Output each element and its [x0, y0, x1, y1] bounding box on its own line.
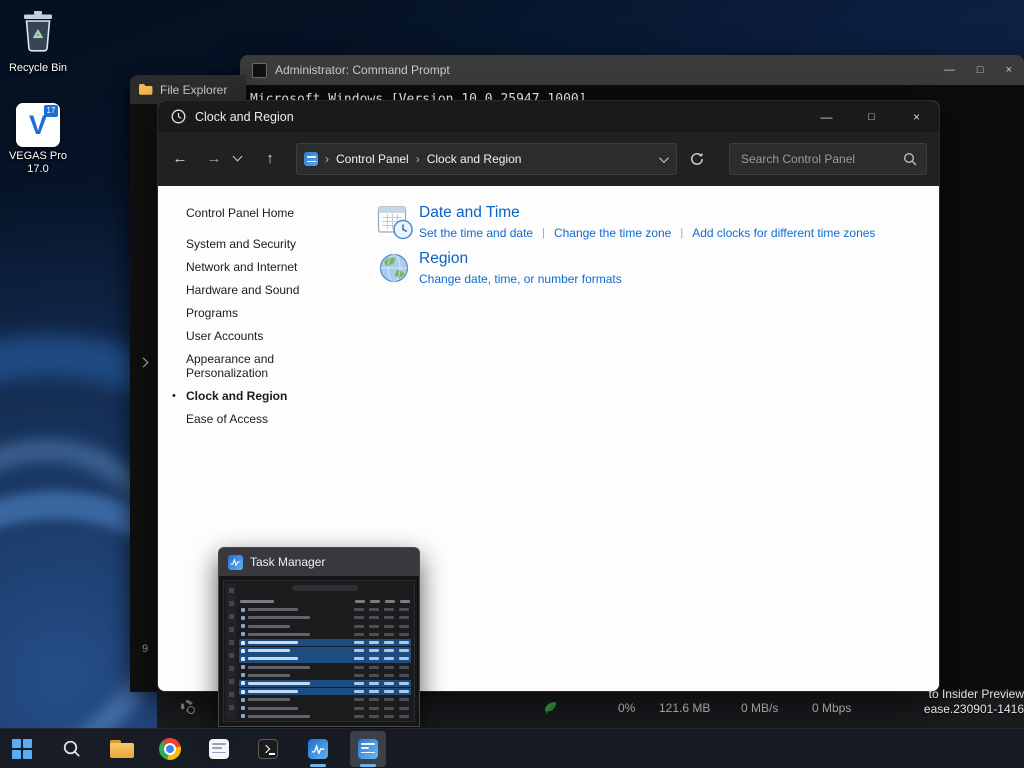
taskbar-command-prompt-button[interactable] — [250, 731, 286, 767]
sidebar-item-system-and-security[interactable]: System and Security — [186, 237, 318, 251]
folder-icon — [110, 740, 134, 758]
link-set-time-and-date[interactable]: Set the time and date — [419, 226, 533, 240]
date-and-time-heading[interactable]: Date and Time — [419, 204, 875, 222]
taskbar-chrome-button[interactable] — [152, 731, 188, 767]
file-explorer-title: File Explorer — [160, 82, 228, 97]
link-change-formats[interactable]: Change date, time, or number formats — [419, 272, 622, 286]
cpu-usage-value: 0% — [618, 701, 636, 715]
command-prompt-icon — [252, 62, 267, 78]
task-manager-preview-title: Task Manager — [250, 555, 326, 569]
sidebar-item-ease-of-access[interactable]: Ease of Access — [186, 412, 318, 426]
open-app-indicator — [360, 764, 376, 767]
window-title: Clock and Region — [195, 109, 294, 124]
network-usage-value: 0 Mbps — [812, 701, 852, 715]
breadcrumb-separator-icon: › — [325, 152, 329, 166]
start-button[interactable] — [4, 731, 40, 767]
sidebar-item-control-panel-home[interactable]: Control Panel Home — [186, 206, 336, 220]
task-manager-preview-titlebar: Task Manager — [219, 548, 419, 576]
task-manager-thumbnail-rail — [226, 584, 236, 719]
gear-icon[interactable] — [181, 700, 195, 714]
white-app-icon — [209, 739, 229, 759]
recycle-bin-desktop-icon[interactable]: Recycle Bin — [5, 8, 71, 75]
search-box — [729, 143, 927, 175]
breadcrumb-control-panel[interactable]: Control Panel — [336, 152, 409, 166]
cmd-minimize-button[interactable]: — — [944, 64, 955, 76]
taskbar — [0, 728, 1024, 768]
date-and-time-icon — [377, 206, 413, 240]
command-prompt-titlebar[interactable]: Administrator: Command Prompt — □ × — [240, 55, 1024, 85]
task-manager-icon — [228, 554, 243, 570]
disk-usage-value: 0 MB/s — [741, 701, 779, 715]
open-app-indicator — [310, 764, 326, 767]
active-item-bullet: • — [172, 390, 176, 402]
search-icon — [63, 740, 80, 757]
task-manager-thumbnail-searchbar — [240, 584, 410, 592]
active-app-icon — [358, 739, 378, 759]
file-explorer-rail — [130, 104, 157, 692]
task-manager-preview[interactable]: Task Manager — [218, 547, 420, 727]
link-add-clocks[interactable]: Add clocks for different time zones — [692, 226, 875, 240]
taskbar-white-app-button[interactable] — [201, 731, 237, 767]
vegas-pro-desktop-icon[interactable]: V 17 VEGAS Pro 17.0 — [5, 103, 71, 176]
taskbar-active-app-button[interactable] — [350, 731, 386, 767]
efficiency-leaf-icon — [545, 702, 556, 715]
command-prompt-title: Administrator: Command Prompt — [275, 63, 450, 77]
refresh-button[interactable] — [689, 151, 705, 167]
sidebar-item-hardware-and-sound[interactable]: Hardware and Sound — [186, 283, 318, 297]
taskbar-task-manager-button[interactable] — [300, 731, 336, 767]
forward-button[interactable]: → — [200, 146, 228, 172]
windows-logo-icon — [12, 739, 32, 759]
desktop: Recycle Bin V 17 VEGAS Pro 17.0 Administ… — [0, 0, 1024, 768]
sidebar-item-user-accounts[interactable]: User Accounts — [186, 329, 318, 343]
recycle-bin-icon — [24, 11, 52, 52]
link-separator: | — [680, 227, 684, 239]
recycle-bin-label: Recycle Bin — [8, 62, 68, 74]
sidebar-item-appearance-and-personalization[interactable]: Appearance and Personalization — [186, 352, 318, 380]
region-globe-icon — [379, 253, 409, 283]
back-button[interactable]: ← — [166, 146, 194, 172]
window-titlebar[interactable]: Clock and Region — □ × — [158, 101, 939, 132]
link-change-time-zone[interactable]: Change the time zone — [554, 226, 671, 240]
task-manager-icon — [308, 739, 328, 759]
region-heading[interactable]: Region — [419, 250, 622, 268]
command-prompt-icon — [258, 739, 278, 759]
vegas-label: VEGAS Pro 17.0 — [8, 150, 68, 175]
folder-icon — [139, 84, 153, 95]
control-panel-icon — [304, 152, 318, 166]
clock-icon — [171, 109, 186, 124]
region-section: Region Change date, time, or number form… — [376, 249, 622, 287]
maximize-button[interactable]: □ — [849, 101, 894, 132]
breadcrumb-clock-and-region[interactable]: Clock and Region — [427, 152, 522, 166]
task-manager-thumbnail-rows — [239, 606, 411, 721]
memory-usage-value: 121.6 MB — [659, 701, 711, 715]
navigation-bar: ← → ↑ › Control Panel › Clock and Region — [158, 132, 939, 186]
up-button[interactable]: ↑ — [256, 146, 284, 172]
cmd-maximize-button[interactable]: □ — [977, 64, 984, 76]
control-panel-sidebar: Control Panel Home System and Security N… — [172, 206, 336, 435]
close-button[interactable]: × — [894, 101, 939, 132]
search-input[interactable] — [739, 145, 897, 173]
link-separator: | — [542, 227, 545, 239]
sidebar-item-programs[interactable]: Programs — [186, 306, 318, 320]
date-and-time-section: Date and Time Set the time and date | Ch… — [376, 203, 875, 241]
history-dropdown-chevron-icon[interactable] — [232, 151, 243, 162]
address-dropdown-chevron-icon[interactable] — [658, 152, 669, 163]
minimize-button[interactable]: — — [804, 101, 849, 132]
task-manager-thumbnail[interactable] — [219, 576, 419, 726]
file-explorer-partial-text: 9 — [142, 643, 149, 655]
vegas-version-badge: 17 — [44, 105, 58, 117]
breadcrumb[interactable]: › Control Panel › Clock and Region — [296, 143, 677, 175]
cmd-close-button[interactable]: × — [1006, 64, 1012, 76]
search-icon[interactable] — [903, 152, 917, 166]
vegas-pro-icon: V 17 — [16, 103, 60, 147]
sidebar-item-network-and-internet[interactable]: Network and Internet — [186, 260, 318, 274]
task-manager-thumbnail-header — [240, 595, 410, 603]
taskbar-search-button[interactable] — [54, 731, 90, 767]
sidebar-item-clock-and-region[interactable]: • Clock and Region — [172, 389, 318, 403]
chrome-icon — [159, 738, 181, 760]
insider-preview-watermark: to Insider Preview ease.230901-1416 — [923, 687, 1024, 716]
taskbar-file-explorer-button[interactable] — [104, 731, 140, 767]
breadcrumb-separator-icon: › — [415, 152, 420, 166]
